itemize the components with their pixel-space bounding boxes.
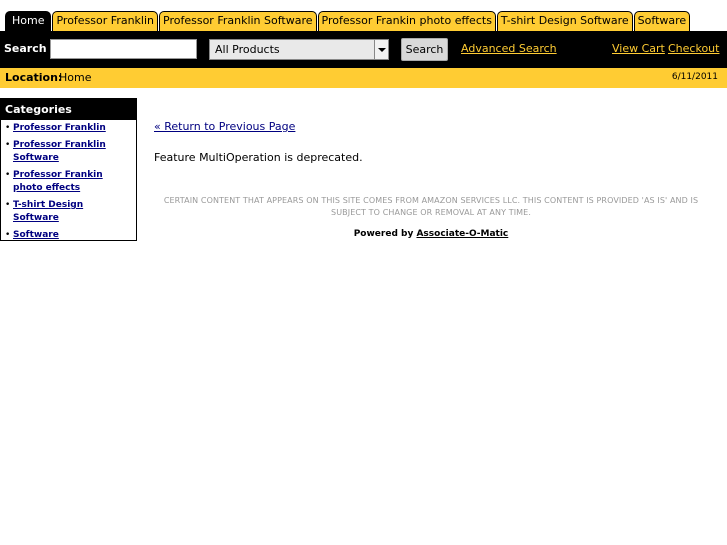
bullet-icon: • [5, 140, 11, 150]
search-button[interactable]: Search [401, 38, 448, 61]
category-link-tshirt-design-software[interactable]: T-shirt Design Software [13, 199, 132, 225]
tab-bar: Home Professor Franklin Professor Frankl… [0, 11, 691, 31]
associate-o-matic-link[interactable]: Associate-O-Matic [416, 229, 508, 239]
search-input[interactable] [50, 39, 197, 59]
location-value: Home [59, 71, 92, 84]
search-label: Search [4, 42, 47, 55]
powered-by: Powered by Associate-O-Matic [150, 229, 712, 239]
checkout-link[interactable]: Checkout [668, 42, 719, 55]
chevron-down-icon[interactable] [374, 40, 388, 59]
tab-tshirt-design-software[interactable]: T-shirt Design Software [496, 11, 633, 31]
bullet-icon: • [5, 230, 11, 240]
category-select[interactable]: All Products [209, 39, 389, 60]
categories-sidebar: Categories • Professor Franklin • Professo… [0, 98, 137, 241]
date-label: 6/11/2011 [671, 72, 718, 82]
bullet-icon: • [5, 200, 11, 210]
category-link-professor-frankin-photo-effects[interactable]: Professor Frankin photo effects [13, 169, 132, 195]
advanced-search-link[interactable]: Advanced Search [461, 42, 557, 55]
bullet-icon: • [5, 123, 11, 133]
bullet-icon: • [5, 170, 11, 180]
category-link-professor-franklin[interactable]: Professor Franklin [13, 122, 106, 135]
tab-software[interactable]: Software [633, 11, 691, 31]
tab-professor-franklin-software[interactable]: Professor Franklin Software [159, 11, 317, 31]
list-item: • Software [5, 229, 132, 242]
deprecation-message: Feature MultiOperation is deprecated. [154, 151, 363, 164]
powered-by-label: Powered by [353, 229, 414, 239]
categories-heading: Categories [1, 99, 136, 120]
tab-professor-frankin-photo-effects[interactable]: Professor Frankin photo effects [317, 11, 496, 31]
tab-professor-franklin[interactable]: Professor Franklin [52, 11, 159, 31]
tab-home[interactable]: Home [5, 11, 52, 31]
location-label: Location: [5, 71, 63, 84]
categories-list: • Professor Franklin • Professor Franklin … [1, 120, 136, 242]
list-item: • Professor Frankin photo effects [5, 169, 132, 195]
search-bar: Search All Products Search Advanced Sear… [0, 31, 727, 68]
list-item: • Professor Franklin [5, 122, 132, 135]
category-select-value: All Products [215, 43, 280, 56]
location-bar: Location: Home 6/11/2011 [0, 68, 727, 88]
category-link-professor-franklin-software[interactable]: Professor Franklin Software [13, 139, 132, 165]
return-to-previous-page-link[interactable]: « Return to Previous Page [154, 120, 295, 133]
list-item: • T-shirt Design Software [5, 199, 132, 225]
category-link-software[interactable]: Software [13, 229, 59, 242]
amazon-disclaimer: CERTAIN CONTENT THAT APPEARS ON THIS SIT… [163, 196, 699, 217]
view-cart-link[interactable]: View Cart [612, 42, 665, 55]
list-item: • Professor Franklin Software [5, 139, 132, 165]
